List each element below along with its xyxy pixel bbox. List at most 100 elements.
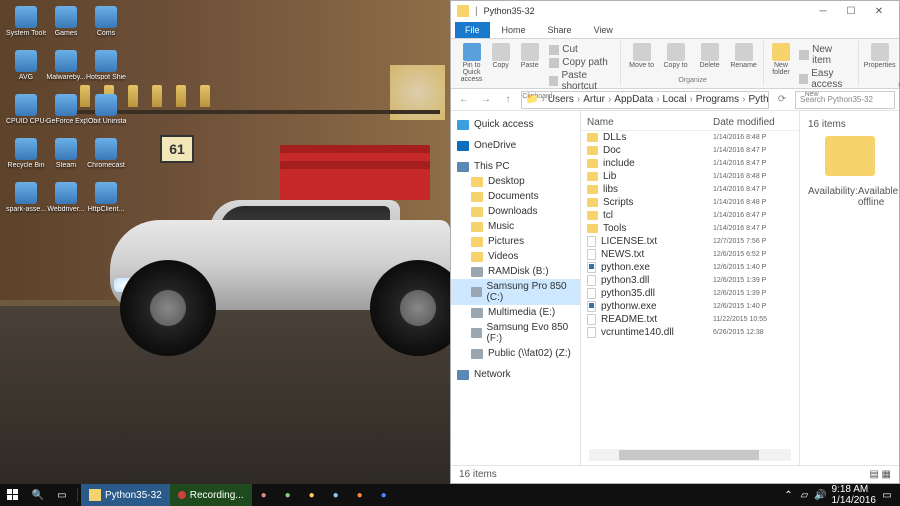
delete-button[interactable]: Delete	[695, 43, 725, 69]
desktop-icon[interactable]: Games	[46, 6, 86, 50]
list-item[interactable]: include1/14/2016 8:47 P	[581, 157, 799, 170]
volume-icon[interactable]: 🔊	[816, 490, 826, 500]
close-button[interactable]: ✕	[865, 2, 893, 20]
refresh-button[interactable]: ⟳	[773, 91, 791, 109]
nav-samsungevo[interactable]: Samsung Evo 850 (F:)	[451, 320, 580, 346]
nav-documents[interactable]: Documents	[451, 189, 580, 204]
pin-button[interactable]: Pin to Quick access	[459, 43, 484, 83]
list-item[interactable]: python.exe12/6/2015 1:40 P	[581, 261, 799, 274]
desktop-icon[interactable]: AVG	[6, 50, 46, 94]
status-text: 16 items	[459, 469, 497, 480]
tray-chevron-icon[interactable]: ⌃	[784, 490, 794, 500]
network-icon[interactable]: ▱	[800, 490, 810, 500]
taskbar-item[interactable]: Recording...	[170, 484, 252, 506]
h-scrollbar[interactable]	[589, 449, 791, 461]
nav-music[interactable]: Music	[451, 219, 580, 234]
tray-app-3[interactable]: ●	[300, 484, 324, 506]
tab-file[interactable]: File	[455, 22, 490, 38]
desktop-icon[interactable]: System Tools	[6, 6, 46, 50]
rename-button[interactable]: Rename	[729, 43, 759, 69]
start-button[interactable]	[0, 484, 26, 506]
titlebar[interactable]: | Python35-32 ─ ☐ ✕	[451, 1, 899, 21]
list-item[interactable]: libs1/14/2016 8:47 P	[581, 183, 799, 196]
list-item[interactable]: python35.dll12/6/2015 1:39 P	[581, 287, 799, 300]
breadcrumb-item[interactable]: Programs	[696, 94, 739, 105]
view-icons[interactable]: ▤ ▦	[869, 469, 891, 480]
tab-view[interactable]: View	[584, 22, 623, 38]
nav-ramdisk[interactable]: RAMDisk (B:)	[451, 264, 580, 279]
tray-app-2[interactable]: ●	[276, 484, 300, 506]
breadcrumb-item[interactable]: Python	[749, 94, 770, 105]
list-header[interactable]: Name Date modified	[581, 115, 799, 131]
tray-app-1[interactable]: ●	[252, 484, 276, 506]
list-item[interactable]: Tools1/14/2016 8:47 P	[581, 222, 799, 235]
nav-network[interactable]: Network	[451, 367, 580, 382]
tray-app-6[interactable]: ●	[372, 484, 396, 506]
list-item[interactable]: python3.dll12/6/2015 1:39 P	[581, 274, 799, 287]
tray-app-5[interactable]: ●	[348, 484, 372, 506]
list-item[interactable]: Lib1/14/2016 8:48 P	[581, 170, 799, 183]
desktop-icon[interactable]: CPUID CPU-Z	[6, 94, 46, 138]
list-item[interactable]: Scripts1/14/2016 8:48 P	[581, 196, 799, 209]
paste-button[interactable]: Paste	[517, 43, 542, 69]
nav-quick[interactable]: Quick access	[451, 117, 580, 132]
desktop-icon[interactable]: Recycle Bin	[6, 138, 46, 182]
tab-share[interactable]: Share	[538, 22, 582, 38]
nav-public[interactable]: Public (\\fat02) (Z:)	[451, 346, 580, 361]
desktop-icon[interactable]: Malwareby...	[46, 50, 86, 94]
list-item[interactable]: README.txt11/22/2015 10:55	[581, 313, 799, 326]
tab-home[interactable]: Home	[492, 22, 536, 38]
breadcrumb-item[interactable]: Users	[548, 94, 574, 105]
nav-samsungpro[interactable]: Samsung Pro 850 (C:)	[451, 279, 580, 305]
list-item[interactable]: tcl1/14/2016 8:47 P	[581, 209, 799, 222]
breadcrumb[interactable]: 📁›Users›Artur›AppData›Local›Programs›Pyt…	[521, 91, 769, 109]
desktop-icon[interactable]: Coms	[86, 6, 126, 50]
window-title: Python35-32	[484, 6, 809, 16]
breadcrumb-item[interactable]: Artur	[583, 94, 605, 105]
newitem-button[interactable]: New item	[796, 43, 853, 67]
desktop-icon[interactable]: Chromecast	[86, 138, 126, 182]
tray-app-4[interactable]: ●	[324, 484, 348, 506]
nav-videos[interactable]: Videos	[451, 249, 580, 264]
moveto-button[interactable]: Move to	[627, 43, 657, 69]
cut-button[interactable]: Cut	[546, 43, 615, 56]
copyto-button[interactable]: Copy to	[661, 43, 691, 69]
nav-up[interactable]: ↑	[499, 91, 517, 109]
search-input[interactable]: Search Python35-32	[795, 91, 895, 109]
nav-thispc[interactable]: This PC	[451, 159, 580, 174]
breadcrumb-item[interactable]: AppData	[614, 94, 653, 105]
nav-onedrive[interactable]: OneDrive	[451, 138, 580, 153]
list-item[interactable]: DLLs1/14/2016 8:48 P	[581, 131, 799, 144]
copy-button[interactable]: Copy	[488, 43, 513, 69]
nav-forward[interactable]: →	[477, 91, 495, 109]
desktop-icon[interactable]: Steam	[46, 138, 86, 182]
copypath-button[interactable]: Copy path	[546, 56, 615, 69]
nav-downloads[interactable]: Downloads	[451, 204, 580, 219]
easyaccess-button[interactable]: Easy access	[796, 67, 853, 91]
desktop-icon[interactable]: Hotspot Shield	[86, 50, 126, 94]
notifications-icon[interactable]: ▭	[882, 490, 892, 500]
list-item[interactable]: NEWS.txt12/6/2015 6:52 P	[581, 248, 799, 261]
taskbar-item[interactable]: Python35-32	[81, 484, 170, 506]
list-item[interactable]: vcruntime140.dll6/26/2015 12:38	[581, 326, 799, 339]
search-icon[interactable]: 🔍	[26, 484, 50, 506]
desktop-icon[interactable]: spark-asse...	[6, 182, 46, 226]
nav-back[interactable]: ←	[455, 91, 473, 109]
minimize-button[interactable]: ─	[809, 2, 837, 20]
desktop-icon[interactable]: IObit Uninstaller	[86, 94, 126, 138]
clock[interactable]: 9:18 AM 1/14/2016	[832, 484, 877, 506]
desktop-icon[interactable]: HttpClient...	[86, 182, 126, 226]
nav-pictures[interactable]: Pictures	[451, 234, 580, 249]
list-item[interactable]: LICENSE.txt12/7/2015 7:56 P	[581, 235, 799, 248]
nav-multimedia[interactable]: Multimedia (E:)	[451, 305, 580, 320]
list-item[interactable]: Doc1/14/2016 8:47 P	[581, 144, 799, 157]
nav-desktop[interactable]: Desktop	[451, 174, 580, 189]
maximize-button[interactable]: ☐	[837, 2, 865, 20]
taskview-icon[interactable]: ▭	[50, 484, 74, 506]
desktop-icon[interactable]: GeForce Experience	[46, 94, 86, 138]
list-item[interactable]: pythonw.exe12/6/2015 1:40 P	[581, 300, 799, 313]
properties-button[interactable]: Properties	[865, 43, 895, 69]
breadcrumb-item[interactable]: Local	[663, 94, 687, 105]
newfolder-button[interactable]: New folder	[770, 43, 793, 76]
desktop-icon[interactable]: Webdriver...	[46, 182, 86, 226]
